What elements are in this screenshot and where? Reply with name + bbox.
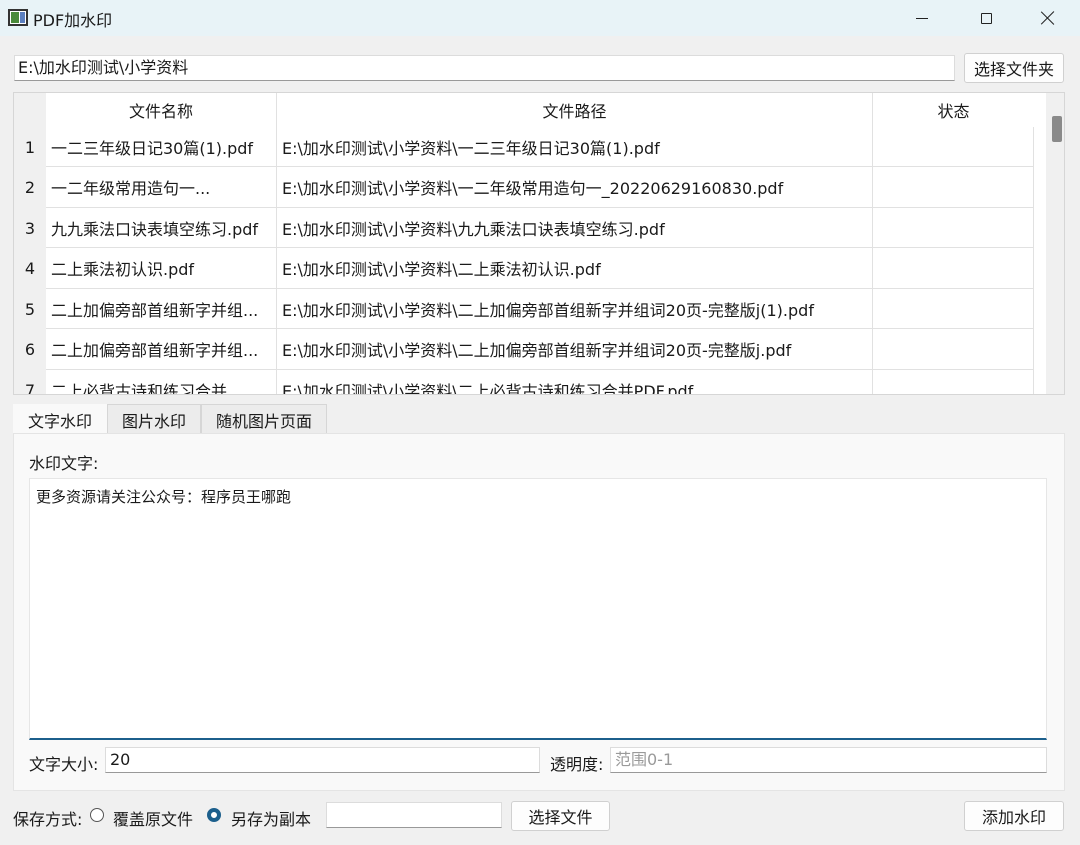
tab-random-image-page[interactable]: 随机图片页面 [201,404,328,434]
save-file-input[interactable] [326,802,502,828]
cell-file-path[interactable]: E:\加水印测试\小学资料\二上加偏旁部首组新字并组词20页-完整版j.pdf [277,329,873,370]
cell-file-name[interactable]: 二上乘法初认识.pdf [46,248,277,289]
file-table: 文件名称 文件路径 状态 1 一二三年级日记30篇(1).pdf E:\加水印测… [13,92,1065,395]
close-icon [1041,11,1055,25]
tab-text-watermark[interactable]: 文字水印 [13,404,108,434]
row-number[interactable]: 7 [14,370,46,394]
cell-status[interactable] [873,167,1034,208]
select-folder-button[interactable]: 选择文件夹 [964,53,1064,83]
row-number[interactable]: 4 [14,248,46,289]
cell-status[interactable] [873,329,1034,370]
select-file-button[interactable]: 选择文件 [511,801,610,831]
cell-file-path[interactable]: E:\加水印测试\小学资料\一二三年级日记30篇(1).pdf [277,127,873,167]
cell-file-path[interactable]: E:\加水印测试\小学资料\一二年级常用造句一_20220629160830.p… [277,167,873,208]
watermark-text-area[interactable]: 更多资源请关注公众号：程序员王哪跑 [29,478,1047,740]
font-size-label: 文字大小: [29,755,99,774]
radio-save-copy[interactable] [207,808,221,822]
cell-file-name[interactable]: 九九乘法口诀表填空练习.pdf [46,208,277,248]
row-number[interactable]: 6 [14,329,46,370]
tab-image-watermark[interactable]: 图片水印 [107,404,202,434]
cell-status[interactable] [873,208,1034,248]
cell-file-path[interactable]: E:\加水印测试\小学资料\二上乘法初认识.pdf [277,248,873,289]
add-watermark-button[interactable]: 添加水印 [964,801,1064,831]
row-number[interactable]: 5 [14,289,46,329]
table-scrollbar[interactable] [1046,93,1064,394]
radio-overwrite-label[interactable]: 覆盖原文件 [113,806,193,830]
folder-path-input[interactable]: E:\加水印测试\小学资料 [14,55,955,81]
font-size-input[interactable]: 20 [105,747,540,773]
cell-file-name[interactable]: 一二年级常用造句一... [46,167,277,208]
scrollbar-thumb[interactable] [1052,116,1062,142]
row-number[interactable]: 2 [14,167,46,208]
cell-status[interactable] [873,289,1034,329]
maximize-button[interactable] [956,0,1016,36]
opacity-input[interactable]: 范围0-1 [610,747,1047,773]
cell-file-path[interactable]: E:\加水印测试\小学资料\二上加偏旁部首组新字并组词20页-完整版j(1).p… [277,289,873,329]
header-status[interactable]: 状态 [873,93,1034,127]
cell-status[interactable] [873,370,1034,394]
cell-file-name[interactable]: 二上加偏旁部首组新字并组... [46,329,277,370]
cell-status[interactable] [873,248,1034,289]
cell-file-name[interactable]: 二上加偏旁部首组新字并组... [46,289,277,329]
minimize-icon [916,17,928,19]
cell-file-path[interactable]: E:\加水印测试\小学资料\二上必背古诗和练习合并PDF.pdf [277,370,873,394]
row-number[interactable]: 1 [14,127,46,167]
watermark-text-label: 水印文字: [29,454,99,473]
opacity-label: 透明度: [550,755,604,774]
cell-file-path[interactable]: E:\加水印测试\小学资料\九九乘法口诀表填空练习.pdf [277,208,873,248]
header-file-name[interactable]: 文件名称 [46,93,277,127]
minimize-button[interactable] [892,0,952,36]
save-mode-label: 保存方式: [13,810,83,829]
maximize-icon [980,12,992,24]
app-icon [8,9,28,26]
cell-file-name[interactable]: 一二三年级日记30篇(1).pdf [46,127,277,167]
cell-status[interactable] [873,127,1034,167]
close-button[interactable] [1018,0,1078,36]
window-title: PDF加水印 [33,11,113,30]
header-file-path[interactable]: 文件路径 [277,93,873,127]
cell-file-name[interactable]: 二上必背古诗和练习合并... [46,370,277,394]
watermark-tabs: 文字水印 图片水印 随机图片页面 [13,404,328,434]
title-bar: PDF加水印 [0,0,1080,36]
table-corner [14,93,46,127]
radio-overwrite[interactable] [90,808,104,822]
row-number[interactable]: 3 [14,208,46,248]
radio-save-copy-label[interactable]: 另存为副本 [231,806,311,830]
